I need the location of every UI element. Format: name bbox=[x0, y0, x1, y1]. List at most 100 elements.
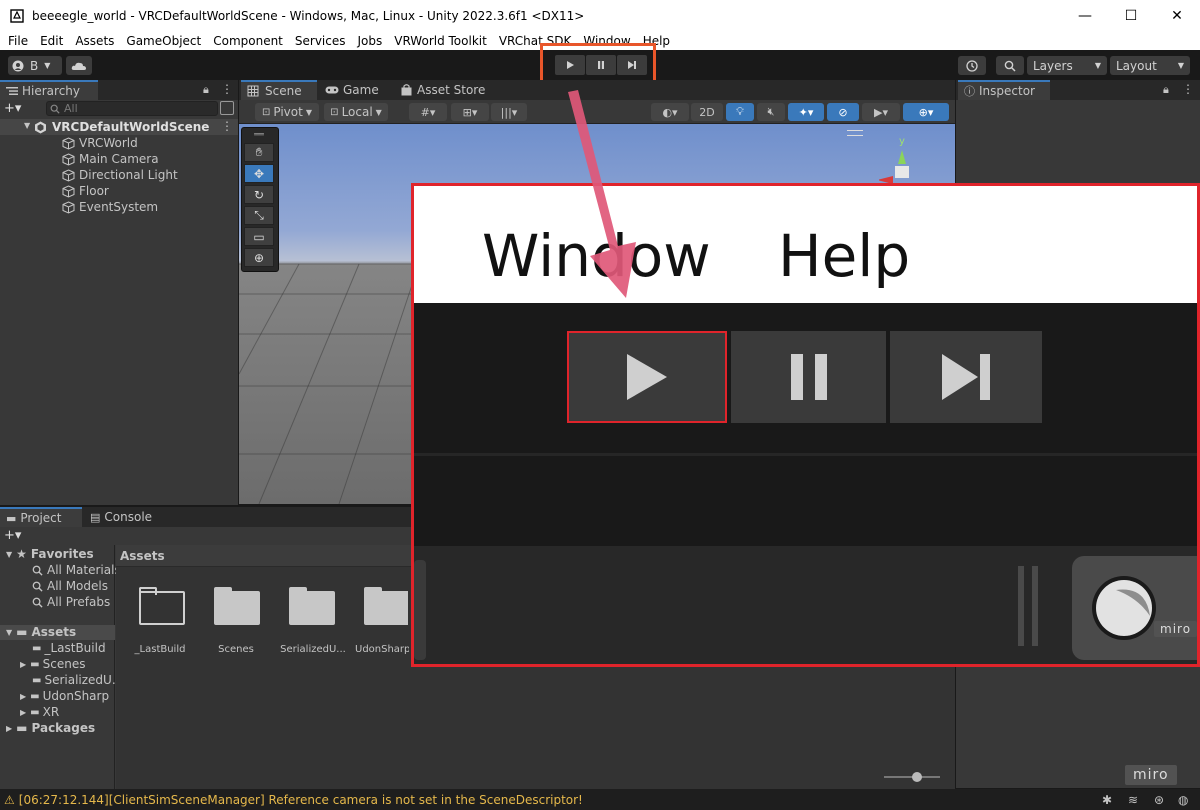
tab-hierarchy[interactable]: Hierarchy bbox=[0, 80, 98, 100]
breadcrumb-assets[interactable]: Assets bbox=[120, 549, 165, 563]
audio-toggle[interactable]: 🔇︎ bbox=[757, 103, 785, 121]
grid-folder-scenes[interactable] bbox=[212, 585, 262, 625]
tab-project[interactable]: ▬ Project bbox=[0, 507, 82, 527]
scale-tool[interactable]: ⤡ bbox=[244, 206, 274, 225]
local-dropdown[interactable]: ⊡ Local ▼ bbox=[324, 103, 388, 121]
minimize-button[interactable]: — bbox=[1062, 0, 1108, 31]
asset-folder-scenes[interactable]: ▶ ▬ Scenes bbox=[20, 657, 85, 671]
grid-folder-udonsharp[interactable] bbox=[362, 585, 408, 625]
expand-arrow-icon: ▶ bbox=[6, 723, 13, 733]
undo-history-button[interactable] bbox=[958, 56, 986, 75]
gameobject-cube-icon bbox=[62, 136, 75, 150]
grid-snap-button[interactable]: #▾ bbox=[409, 103, 447, 121]
transform-tool[interactable]: ⊕ bbox=[244, 248, 274, 267]
close-button[interactable]: ✕ bbox=[1154, 0, 1200, 31]
favorite-all-models[interactable]: All Models bbox=[32, 579, 108, 593]
menu-jobs[interactable]: Jobs bbox=[352, 34, 389, 48]
overlay-menu-handle[interactable] bbox=[847, 130, 863, 136]
bug-icon[interactable]: ✱ bbox=[1102, 793, 1112, 807]
create-dropdown[interactable]: +▾ bbox=[4, 101, 34, 117]
tab-inspector[interactable]: ⓘ Inspector bbox=[958, 80, 1050, 100]
asset-folder-xr[interactable]: ▶ ▬ XR bbox=[20, 705, 59, 719]
grid-folder-serialized[interactable] bbox=[287, 585, 337, 625]
expand-arrow-icon[interactable]: ▼ bbox=[24, 121, 30, 130]
lock-icon[interactable]: 🔒︎ bbox=[1163, 83, 1169, 97]
pivot-dropdown[interactable]: ⊡ Pivot ▼ bbox=[255, 103, 319, 121]
shopping-bag-icon bbox=[401, 84, 412, 96]
gizmos-dropdown[interactable]: ⊕▾ bbox=[903, 103, 949, 121]
favorites-header[interactable]: ▼ ★ Favorites bbox=[6, 547, 94, 561]
menu-vrworld-toolkit[interactable]: VRWorld Toolkit bbox=[388, 34, 493, 48]
camera-settings-dropdown[interactable]: ▶▾ bbox=[862, 103, 900, 121]
menu-assets[interactable]: Assets bbox=[69, 34, 120, 48]
more-options-icon[interactable]: ⋮ bbox=[1182, 82, 1194, 96]
overlay-drag-handle[interactable]: ══ bbox=[244, 130, 274, 139]
rect-tool[interactable]: ▭ bbox=[244, 227, 274, 246]
grid-visibility-button[interactable]: ⊞▾ bbox=[451, 103, 489, 121]
hierarchy-item-label: Directional Light bbox=[79, 168, 178, 182]
network-icon[interactable]: ⊛ bbox=[1154, 793, 1164, 807]
packages-header[interactable]: ▶ ▬ Packages bbox=[6, 721, 95, 735]
increment-snap-button[interactable]: |||▾ bbox=[491, 103, 527, 121]
scene-options-icon[interactable]: ⋮ bbox=[221, 119, 233, 133]
menu-component[interactable]: Component bbox=[207, 34, 289, 48]
cloud-button[interactable] bbox=[66, 56, 92, 75]
layers-dropdown[interactable]: Layers ▼ bbox=[1027, 56, 1107, 75]
asset-folder-lastbuild[interactable]: ▬ _LastBuild bbox=[32, 641, 106, 655]
grid-snap-icon: #▾ bbox=[420, 105, 436, 119]
scene-name: VRCDefaultWorldScene bbox=[52, 120, 210, 134]
hierarchy-item-directional-light[interactable]: Directional Light bbox=[62, 168, 178, 182]
hierarchy-item-floor[interactable]: Floor bbox=[62, 184, 109, 198]
favorite-all-materials[interactable]: All Materials bbox=[32, 563, 121, 577]
gizmo-globe-icon: ⊕▾ bbox=[918, 105, 934, 119]
account-button[interactable]: B ▼ bbox=[8, 56, 62, 75]
tab-scene[interactable]: Scene bbox=[241, 80, 317, 100]
layers-stack-icon[interactable]: ≋ bbox=[1128, 793, 1138, 807]
tab-game[interactable]: Game bbox=[319, 80, 395, 100]
tab-console[interactable]: ▤ Console bbox=[84, 507, 174, 527]
hierarchy-item-main-camera[interactable]: Main Camera bbox=[62, 152, 159, 166]
hierarchy-search-input[interactable]: All bbox=[46, 101, 218, 116]
scene-root[interactable]: VRCDefaultWorldScene bbox=[34, 120, 209, 134]
info-icon: ⓘ bbox=[964, 85, 975, 98]
more-options-icon[interactable]: ⋮ bbox=[221, 82, 233, 96]
search-filter-icon[interactable] bbox=[220, 101, 234, 115]
hierarchy-item-vrcworld[interactable]: VRCWorld bbox=[62, 136, 138, 150]
effects-dropdown[interactable]: ✦▾ bbox=[788, 103, 824, 121]
menu-gameobject[interactable]: GameObject bbox=[120, 34, 207, 48]
zoom-miro-watermark: miro bbox=[1154, 621, 1197, 637]
favorite-all-prefabs[interactable]: All Prefabs bbox=[32, 595, 110, 609]
search-button[interactable] bbox=[996, 56, 1024, 75]
grid-folder-lastbuild[interactable] bbox=[137, 585, 187, 625]
draw-mode-dropdown[interactable]: ◐▾ bbox=[651, 103, 689, 121]
project-create-dropdown[interactable]: +▾ bbox=[4, 528, 21, 543]
menu-services[interactable]: Services bbox=[289, 34, 352, 48]
menu-edit[interactable]: Edit bbox=[34, 34, 69, 48]
favorites-label: Favorites bbox=[30, 547, 94, 561]
tab-asset-store[interactable]: Asset Store bbox=[395, 80, 495, 100]
video-camera-icon: ▶▾ bbox=[874, 105, 888, 119]
status-message[interactable]: [06:27:12.144][ClientSimSceneManager] Re… bbox=[19, 793, 583, 807]
lighting-toggle[interactable]: 💡︎ bbox=[726, 103, 754, 121]
move-tool[interactable]: ✥ bbox=[244, 164, 274, 183]
lock-icon[interactable]: 🔒︎ bbox=[203, 83, 209, 97]
maximize-button[interactable]: ☐ bbox=[1108, 0, 1154, 31]
hidden-objects-toggle[interactable]: ⊘ bbox=[827, 103, 859, 121]
hierarchy-item-eventsystem[interactable]: EventSystem bbox=[62, 200, 158, 214]
hand-tool[interactable]: ✋︎ bbox=[244, 143, 274, 162]
account-icon bbox=[12, 60, 24, 71]
history-icon bbox=[966, 59, 978, 72]
assets-header[interactable]: ▼ ▬ Assets bbox=[6, 625, 76, 639]
2d-toggle[interactable]: 2D bbox=[691, 103, 723, 121]
zoom-dark-area bbox=[414, 453, 1197, 548]
activity-icon[interactable]: ◍ bbox=[1178, 793, 1188, 807]
zoom-panel-edge bbox=[414, 560, 426, 660]
layout-dropdown[interactable]: Layout ▼ bbox=[1110, 56, 1190, 75]
orientation-gizmo[interactable]: y bbox=[877, 136, 949, 184]
menu-file[interactable]: File bbox=[2, 34, 34, 48]
asset-folder-serialized[interactable]: ▬ SerializedU... bbox=[32, 673, 123, 687]
ruler-icon: |||▾ bbox=[500, 105, 518, 119]
asset-folder-udonsharp[interactable]: ▶ ▬ UdonSharp bbox=[20, 689, 109, 703]
icon-size-slider-thumb[interactable] bbox=[912, 772, 922, 782]
rotate-tool[interactable]: ↻ bbox=[244, 185, 274, 204]
